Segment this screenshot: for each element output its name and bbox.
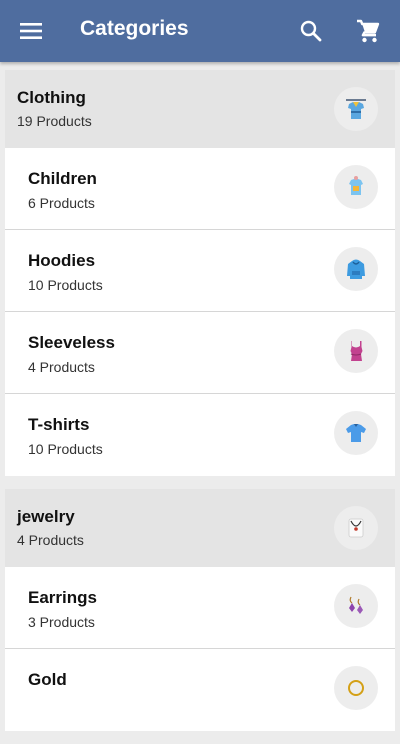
children-shirt-icon — [349, 176, 363, 195]
subcategory-thumbnail — [334, 165, 378, 209]
subcategory-children[interactable]: Children 6 Products — [5, 148, 395, 230]
subcategory-thumbnail — [334, 666, 378, 710]
app-bar: Categories — [0, 0, 400, 62]
product-count: 4 Products — [28, 359, 95, 375]
subcategory-thumbnail — [334, 584, 378, 628]
subcategory-gold[interactable]: Gold — [5, 649, 395, 731]
product-count: 10 Products — [28, 277, 103, 293]
subcategory-name: Hoodies — [28, 251, 96, 270]
subcategory-name: Earrings — [28, 588, 97, 607]
subcategory-thumbnail — [334, 247, 378, 291]
subcategory-name: Sleeveless — [28, 333, 115, 352]
product-count: 3 Products — [28, 614, 95, 630]
product-count: 19 Products — [17, 113, 92, 129]
tshirt-icon — [346, 424, 366, 442]
category-name: Clothing — [17, 88, 86, 107]
earrings-icon — [349, 596, 363, 614]
category-name: jewelry — [17, 507, 75, 526]
category-list: Clothing 19 Products Children 6 Products — [5, 70, 395, 744]
subcategory-thumbnail — [334, 329, 378, 373]
gold-icon — [348, 680, 364, 696]
product-count: 10 Products — [28, 441, 103, 457]
subcategory-tshirts[interactable]: T-shirts 10 Products — [5, 394, 395, 476]
subcategory-earrings[interactable]: Earrings 3 Products — [5, 567, 395, 649]
hoodie-icon — [347, 259, 365, 279]
category-group-clothing: Clothing 19 Products Children 6 Products — [5, 70, 395, 476]
page-title: Categories — [80, 17, 189, 40]
subcategory-thumbnail — [334, 411, 378, 455]
necklace-icon — [348, 518, 364, 538]
product-count: 4 Products — [17, 532, 84, 548]
category-group-jewelry: jewelry 4 Products Earrings 3 Products G… — [5, 489, 395, 731]
subcategory-name: T-shirts — [28, 415, 90, 434]
product-count: 6 Products — [28, 195, 95, 211]
category-thumbnail — [334, 506, 378, 550]
subcategory-name: Children — [28, 169, 97, 188]
cart-icon[interactable] — [354, 17, 382, 45]
category-thumbnail — [334, 87, 378, 131]
tank-top-icon — [350, 341, 363, 361]
search-icon[interactable] — [298, 18, 324, 44]
category-header-clothing[interactable]: Clothing 19 Products — [5, 70, 395, 148]
category-header-jewelry[interactable]: jewelry 4 Products — [5, 489, 395, 567]
subcategory-hoodies[interactable]: Hoodies 10 Products — [5, 230, 395, 312]
clothing-icon — [346, 99, 366, 119]
subcategory-sleeveless[interactable]: Sleeveless 4 Products — [5, 312, 395, 394]
subcategory-name: Gold — [28, 670, 67, 689]
menu-icon[interactable] — [16, 17, 46, 45]
